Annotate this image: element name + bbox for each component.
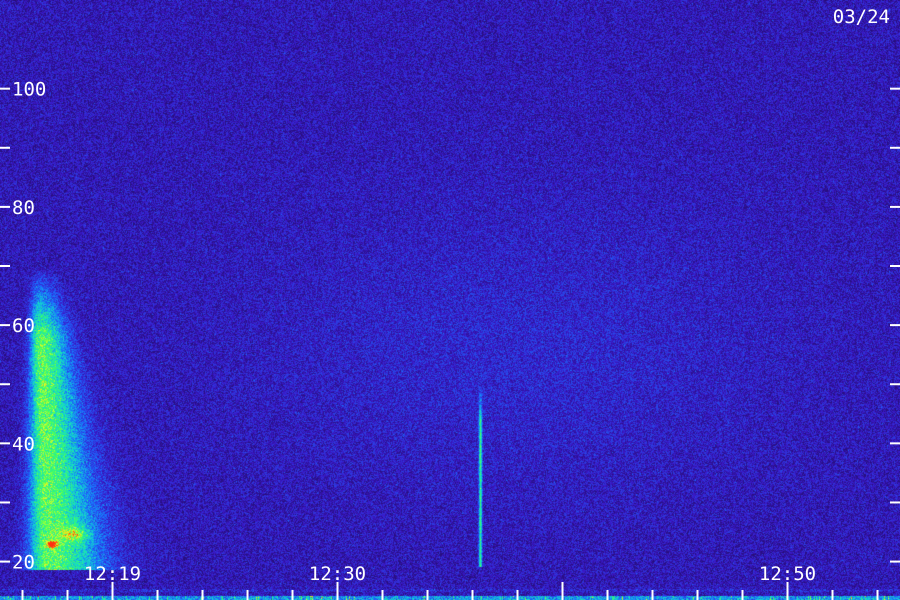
x-tick-label: 12:19 (84, 563, 141, 585)
y-tick-label: 20 (12, 552, 35, 574)
y-axis-right (890, 87, 900, 563)
x-tick-label: 12:30 (309, 563, 366, 585)
y-tick-label: 40 (12, 433, 35, 455)
date-label: 03/24 (833, 6, 890, 28)
y-tick-label: 60 (12, 315, 35, 337)
y-axis-left: 100 80 60 40 20 (0, 79, 46, 574)
x-axis-bottom: 12:19 12:30 12:50 (21, 563, 879, 600)
y-tick-label: 80 (12, 197, 35, 219)
x-tick-label: 12:50 (759, 563, 816, 585)
axes-overlay: 100 80 60 40 20 12:19 12:30 12:50 03/24 (0, 6, 900, 600)
y-tick-label: 100 (12, 79, 46, 101)
